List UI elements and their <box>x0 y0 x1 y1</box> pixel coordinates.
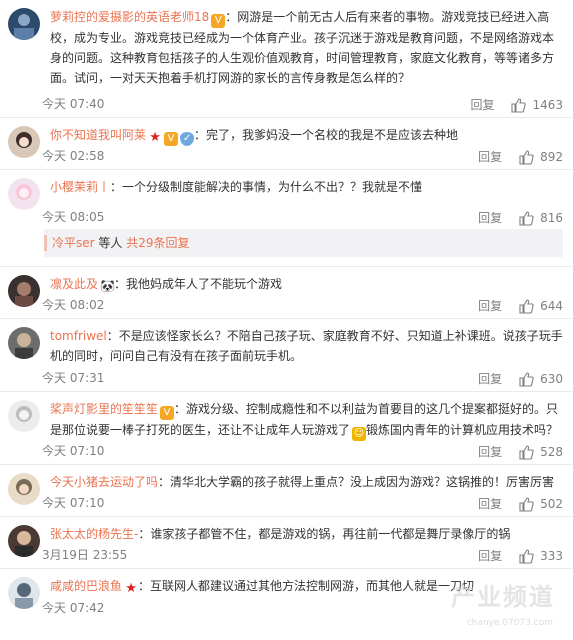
comment-actions: 回复 1463 <box>470 96 563 113</box>
comment-text: ：清华北大学霸的孩子就得上重点？没上成因为游戏？这锅推的！厉害厉害 <box>158 475 555 489</box>
comment-actions: 回复 502 <box>478 495 563 512</box>
username-link[interactable]: 咸咸的巴浪鱼 <box>50 579 122 593</box>
like-count: 644 <box>540 298 563 313</box>
reply-button[interactable]: 回复 <box>478 443 502 460</box>
reply-button[interactable]: 回复 <box>478 297 502 314</box>
avatar[interactable] <box>8 178 40 210</box>
like-count: 892 <box>540 149 563 164</box>
comment-text-continued: 锻炼国内青年的计算机应用技术吗？ <box>366 423 559 437</box>
comment-actions: 回复 644 <box>478 297 563 314</box>
panda-icon: 🐼 <box>100 279 115 293</box>
reply-button[interactable]: 回复 <box>478 148 502 165</box>
comment-content: 张太太的杨先生-：谁家孩子都管不住，都是游戏的锅，再往前一代都是舞厅录像厅的锅 <box>50 524 563 544</box>
watermark-logo: 产业频道 chanye.07073.com <box>415 583 565 634</box>
avatar[interactable] <box>8 126 40 158</box>
comment-text: ：一个分级制度能解决的事情，为什么不出？？我就是不懂 <box>110 180 423 194</box>
star-badge-icon: ★ <box>125 581 137 596</box>
username-link[interactable]: 萝莉控的爱摄影的英语老师18 <box>50 10 209 24</box>
like-count: 528 <box>540 444 563 459</box>
like-count: 502 <box>540 496 563 511</box>
emoji-icon: ☺ <box>352 427 367 441</box>
timestamp: 今天 07:10 <box>42 444 105 458</box>
timestamp: 今天 07:42 <box>42 601 105 615</box>
reply-user-link[interactable]: 冷平ser <box>52 236 95 250</box>
comment-content: 小樱茉莉丨：一个分级制度能解决的事情，为什么不出？？我就是不懂 <box>50 177 563 197</box>
like-count: 816 <box>540 210 563 225</box>
username-link[interactable]: tomfriwel <box>50 329 107 343</box>
comment-text: ：我他妈成年人了不能玩个游戏 <box>114 277 283 291</box>
comment-content: 今天小猪去运动了吗：清华北大学霸的孩子就得上重点？没上成因为游戏？这锅推的！厉害… <box>50 472 563 492</box>
comment-content: tomfriwel：不是应该怪家长么？不陪自己孩子玩、家庭教育不好、只知道上补课… <box>50 326 563 366</box>
username-link[interactable]: 张太太的杨先生- <box>50 527 138 541</box>
comment-content: 凛及此及 🐼：我他妈成年人了不能玩个游戏 <box>50 274 563 294</box>
timestamp: 3月19日 23:55 <box>42 548 128 562</box>
reply-button[interactable]: 回复 <box>478 209 502 226</box>
vip-badge-icon: V <box>211 14 226 28</box>
avatar[interactable] <box>8 275 40 307</box>
timestamp: 今天 02:58 <box>42 149 105 163</box>
comment-item: 张太太的杨先生-：谁家孩子都管不住，都是游戏的锅，再往前一代都是舞厅录像厅的锅 … <box>0 517 573 569</box>
username-link[interactable]: 小樱茉莉丨 <box>50 180 110 194</box>
reply-button[interactable]: 回复 <box>478 547 502 564</box>
view-all-replies-link[interactable]: 共29条回复 <box>126 236 189 250</box>
thumbs-up-icon[interactable] <box>518 444 534 460</box>
avatar[interactable] <box>8 473 40 505</box>
watermark-url: chanye.07073.com <box>466 618 553 628</box>
shield-badge-icon: ✓ <box>180 132 195 146</box>
thumbs-up-icon[interactable] <box>518 548 534 564</box>
comment-list: 萝莉控的爱摄影的英语老师18 V ：网游是一个前无古人后有来者的事物。游戏竞技已经进… <box>0 0 573 621</box>
timestamp: 今天 08:05 <box>42 210 105 224</box>
comment-item: 凛及此及 🐼：我他妈成年人了不能玩个游戏 今天 08:02 回复 644 <box>0 267 573 319</box>
comment-text: ：完了，我爹妈没一个名校的我是不是应该去种地 <box>194 128 459 142</box>
timestamp: 今天 08:02 <box>42 298 105 312</box>
like-count: 1463 <box>532 97 563 112</box>
reply-button[interactable]: 回复 <box>478 495 502 512</box>
more-replies-middle: 等人 <box>98 236 123 250</box>
comment-actions: 回复 816 <box>478 209 563 226</box>
comment-actions: 回复 892 <box>478 148 563 165</box>
comment-actions: 回复 630 <box>478 370 563 387</box>
username-link[interactable]: 你不知道我叫阿莱 <box>50 128 146 142</box>
vip-badge-icon: V <box>160 406 175 420</box>
comment-content: 桨声灯影里的笙笙笙 V ：游戏分级、控制成瘾性和不以利益为首要目的这几个提案都挺好的… <box>50 399 563 441</box>
comment-actions: 回复 333 <box>478 547 563 564</box>
timestamp: 今天 07:10 <box>42 496 105 510</box>
timestamp: 今天 07:31 <box>42 371 105 385</box>
vip-badge-icon: V <box>164 132 179 146</box>
reply-button[interactable]: 回复 <box>470 96 494 113</box>
avatar[interactable] <box>8 525 40 557</box>
comment-item: 今天小猪去运动了吗：清华北大学霸的孩子就得上重点？没上成因为游戏？这锅推的！厉害… <box>0 465 573 517</box>
thumbs-up-icon[interactable] <box>518 496 534 512</box>
username-link[interactable]: 今天小猪去运动了吗 <box>50 475 158 489</box>
avatar[interactable] <box>8 8 40 40</box>
more-replies-bar[interactable]: 冷平ser 等人 共29条回复 <box>44 229 563 257</box>
like-count: 630 <box>540 371 563 386</box>
comment-actions: 回复 528 <box>478 443 563 460</box>
thumbs-up-icon[interactable] <box>510 97 527 113</box>
avatar[interactable] <box>8 577 40 609</box>
thumbs-up-icon[interactable] <box>518 298 534 314</box>
username-link[interactable]: 凛及此及 <box>50 277 98 291</box>
avatar[interactable] <box>8 400 40 432</box>
watermark-text: 产业频道 <box>451 583 555 611</box>
timestamp: 今天 07:40 <box>42 97 105 111</box>
comment-content: 萝莉控的爱摄影的英语老师18 V ：网游是一个前无古人后有来者的事物。游戏竞技已经进… <box>50 7 563 88</box>
star-badge-icon: ★ <box>149 130 161 145</box>
comment-text: ：谁家孩子都管不住，都是游戏的锅，再往前一代都是舞厅录像厅的锅 <box>138 527 511 541</box>
reply-button[interactable]: 回复 <box>478 370 502 387</box>
username-link[interactable]: 桨声灯影里的笙笙笙 <box>50 402 158 416</box>
comment-item: 萝莉控的爱摄影的英语老师18 V ：网游是一个前无古人后有来者的事物。游戏竞技已经进… <box>0 0 573 118</box>
like-count: 333 <box>540 548 563 563</box>
comment-content: 你不知道我叫阿莱 ★ V ✓ ：完了，我爹妈没一个名校的我是不是应该去种地 <box>50 125 563 146</box>
comment-item: 你不知道我叫阿莱 ★ V ✓ ：完了，我爹妈没一个名校的我是不是应该去种地 今天 02:… <box>0 118 573 170</box>
comment-item: 桨声灯影里的笙笙笙 V ：游戏分级、控制成瘾性和不以利益为首要目的这几个提案都挺好的… <box>0 392 573 465</box>
avatar[interactable] <box>8 327 40 359</box>
thumbs-up-icon[interactable] <box>518 371 534 387</box>
comment-text: ：不是应该怪家长么？不陪自己孩子玩、家庭教育不好、只知道上补课班。说孩子玩手机的… <box>50 329 563 363</box>
comment-item: tomfriwel：不是应该怪家长么？不陪自己孩子玩、家庭教育不好、只知道上补课… <box>0 319 573 392</box>
thumbs-up-icon[interactable] <box>518 210 534 226</box>
thumbs-up-icon[interactable] <box>518 149 534 165</box>
